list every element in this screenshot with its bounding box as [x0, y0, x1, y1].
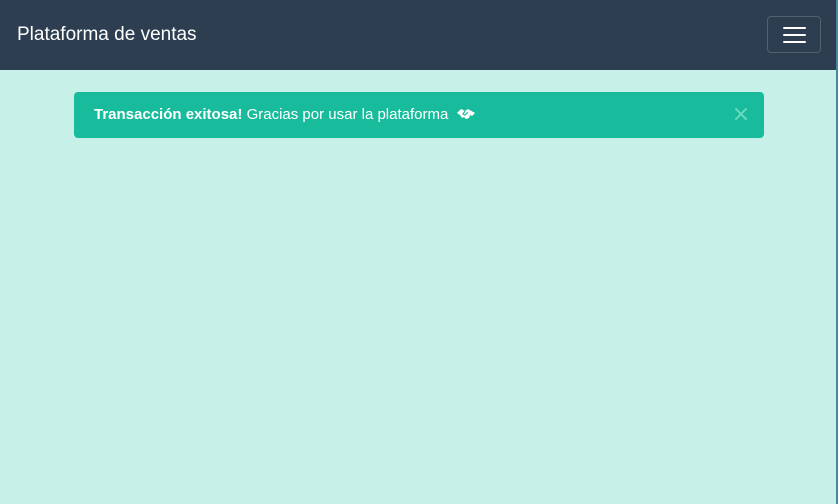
navbar-toggle-button[interactable] — [767, 16, 821, 53]
navbar-brand[interactable]: Plataforma de ventas — [17, 23, 197, 47]
alert-message: Gracias por usar la plataforma — [246, 106, 449, 123]
alert-close-button[interactable]: × — [730, 103, 752, 127]
success-alert: Transacción exitosa! Gracias por usar la… — [74, 92, 764, 138]
handshake-icon — [456, 107, 476, 126]
navbar: Plataforma de ventas — [0, 0, 836, 70]
alert-title: Transacción exitosa! — [94, 106, 243, 123]
hamburger-menu-icon — [783, 27, 806, 29]
alert-content: Transacción exitosa! Gracias por usar la… — [94, 106, 476, 126]
